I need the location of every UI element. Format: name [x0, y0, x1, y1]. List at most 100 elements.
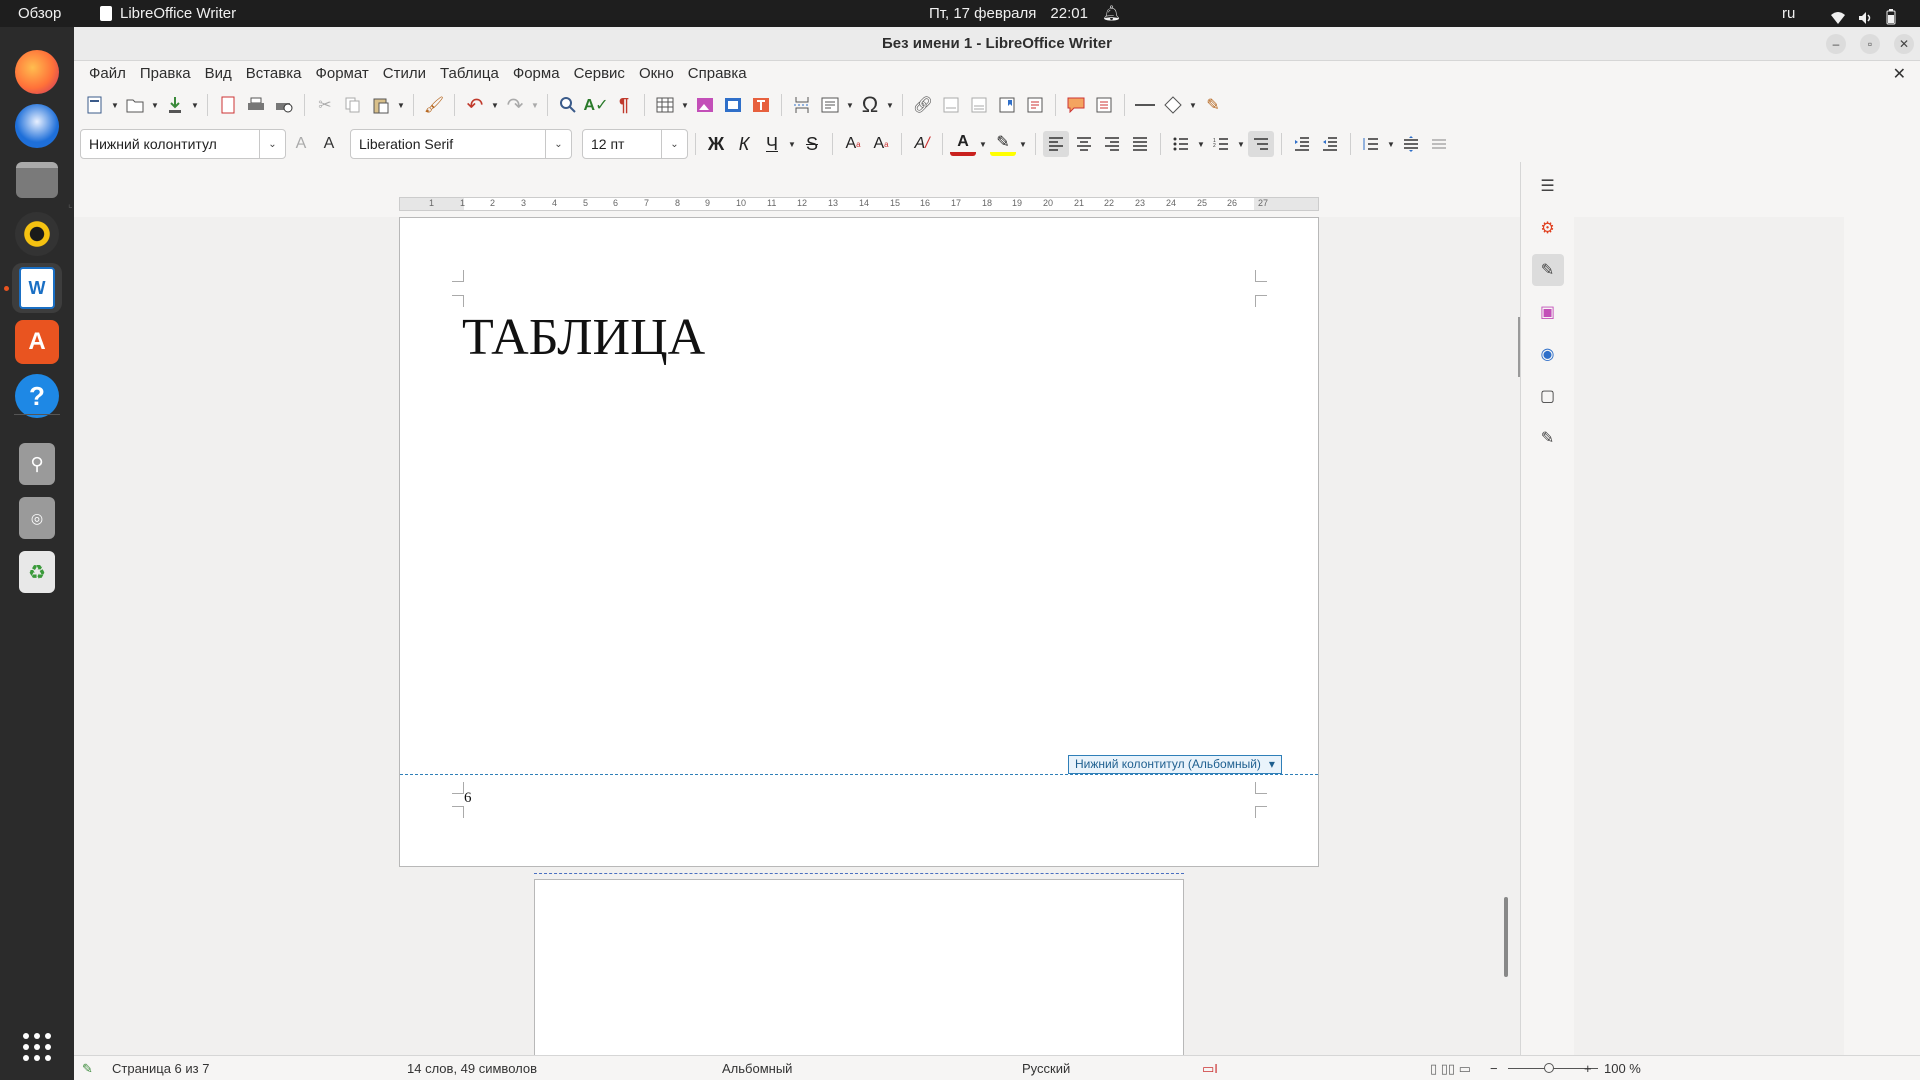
print-preview-button[interactable] [271, 92, 297, 118]
chevron-down-icon[interactable]: ⌄ [259, 130, 285, 158]
menu-view[interactable]: Вид [198, 65, 239, 82]
chevron-down-icon[interactable]: ▾ [1269, 756, 1275, 773]
italic-button[interactable]: К [731, 131, 757, 157]
footer-tag[interactable]: Нижний колонтитул (Альбомный) ▾ [1068, 755, 1282, 774]
dock-files[interactable] [12, 155, 62, 205]
insert-field-button[interactable] [817, 92, 843, 118]
export-pdf-button[interactable] [215, 92, 241, 118]
document-heading[interactable]: ТАБЛИЦА [462, 308, 705, 367]
undo-dropdown-icon[interactable]: ▼ [490, 101, 500, 110]
track-changes-button[interactable] [1091, 92, 1117, 118]
draw-functions-icon[interactable]: ✎ [1200, 92, 1226, 118]
highlight-button[interactable]: ✎ [990, 132, 1016, 156]
save-button[interactable] [162, 92, 188, 118]
menu-edit[interactable]: Правка [133, 65, 198, 82]
special-character-button[interactable]: Ω [857, 92, 883, 118]
highlight-dropdown-icon[interactable]: ▼ [1018, 140, 1028, 149]
signature-status-icon[interactable]: ✎ [82, 1056, 93, 1080]
underline-button[interactable]: Ч [759, 131, 785, 157]
formatting-marks-button[interactable]: ¶ [611, 92, 637, 118]
save-dropdown-icon[interactable]: ▼ [190, 101, 200, 110]
insert-image-button[interactable] [692, 92, 718, 118]
paste-dropdown-icon[interactable]: ▼ [396, 101, 406, 110]
footnote-button[interactable] [938, 92, 964, 118]
find-replace-button[interactable] [555, 92, 581, 118]
insert-textbox-button[interactable] [748, 92, 774, 118]
page-icon[interactable]: ▢ [1532, 380, 1564, 412]
clock[interactable]: Пт, 17 февраля 22:01 🔔︎ [900, 0, 1150, 27]
menu-insert[interactable]: Вставка [239, 65, 309, 82]
zoom-out-icon[interactable]: − [1490, 1056, 1498, 1080]
basic-shapes-button[interactable] [1160, 92, 1186, 118]
dock-thunderbird[interactable] [12, 101, 62, 151]
minimize-button[interactable]: – [1826, 34, 1846, 54]
bullet-list-button[interactable] [1168, 131, 1194, 157]
redo-dropdown-icon[interactable]: ▼ [530, 101, 540, 110]
insert-chart-button[interactable] [720, 92, 746, 118]
special-char-dropdown-icon[interactable]: ▼ [885, 101, 895, 110]
align-center-button[interactable] [1071, 131, 1097, 157]
line-spacing-button[interactable] [1358, 131, 1384, 157]
align-right-button[interactable] [1099, 131, 1125, 157]
spelling-button[interactable]: A✓ [583, 92, 609, 118]
subscript-button[interactable]: Aa [868, 131, 894, 157]
insert-comment-button[interactable] [1063, 92, 1089, 118]
text-language[interactable]: Русский [1022, 1056, 1070, 1080]
close-button[interactable]: ✕ [1894, 34, 1914, 54]
system-tray[interactable] [1830, 0, 1900, 27]
copy-button[interactable] [340, 92, 366, 118]
chevron-down-icon[interactable]: ⌄ [545, 130, 571, 158]
justify-button[interactable] [1127, 131, 1153, 157]
shapes-dropdown-icon[interactable]: ▼ [1188, 101, 1198, 110]
undo-button[interactable]: ↶ [462, 92, 488, 118]
dock-rhythmbox[interactable] [12, 209, 62, 259]
page-style[interactable]: Альбомный [722, 1056, 792, 1080]
outline-list-button[interactable] [1248, 131, 1274, 157]
font-name-combo[interactable]: Liberation Serif ⌄ [350, 129, 572, 159]
field-dropdown-icon[interactable]: ▼ [845, 101, 855, 110]
cut-button[interactable]: ✂ [312, 92, 338, 118]
view-layout-icons[interactable]: ▯ ▯▯ ▭ [1430, 1056, 1471, 1080]
tab-stop-selector[interactable]: ⌞ [68, 199, 73, 210]
style-inspector-icon[interactable]: ✎ [1532, 422, 1564, 454]
word-count[interactable]: 14 слов, 49 символов [407, 1056, 537, 1080]
increase-indent-button[interactable] [1289, 131, 1315, 157]
menu-window[interactable]: Окно [632, 65, 681, 82]
new-style-button[interactable]: A [316, 131, 342, 157]
sidebar-menu-icon[interactable]: ☰ [1532, 170, 1564, 202]
open-button[interactable] [122, 92, 148, 118]
insert-table-button[interactable] [652, 92, 678, 118]
menu-format[interactable]: Формат [308, 65, 375, 82]
font-color-button[interactable]: A [950, 132, 976, 156]
chevron-down-icon[interactable]: ⌄ [661, 130, 687, 158]
menu-form[interactable]: Форма [506, 65, 567, 82]
maximize-button[interactable]: ▫ [1860, 34, 1880, 54]
superscript-button[interactable]: Aa [840, 131, 866, 157]
dock-show-apps[interactable] [12, 1022, 62, 1072]
keyboard-layout[interactable]: ru [1782, 0, 1795, 27]
zoom-level[interactable]: 100 % [1604, 1056, 1641, 1080]
underline-dropdown-icon[interactable]: ▼ [787, 140, 797, 149]
properties-icon[interactable]: ⚙ [1532, 212, 1564, 244]
styles-icon[interactable]: ✎ [1531, 254, 1564, 286]
strikethrough-button[interactable]: S [799, 131, 825, 157]
table-dropdown-icon[interactable]: ▼ [680, 101, 690, 110]
gallery-icon[interactable]: ▣ [1532, 296, 1564, 328]
cross-reference-button[interactable] [1022, 92, 1048, 118]
increase-paragraph-spacing-button[interactable] [1398, 131, 1424, 157]
numbered-list-button[interactable]: 12 [1208, 131, 1234, 157]
dock-app-center[interactable]: A [12, 317, 62, 367]
activities-button[interactable]: Обзор [18, 0, 61, 27]
update-style-button[interactable]: A [288, 131, 314, 157]
title-bar[interactable]: Без имени 1 - LibreOffice Writer – ▫ ✕ [74, 27, 1920, 61]
menu-file[interactable]: Файл [82, 65, 133, 82]
redo-button[interactable]: ↷ [502, 92, 528, 118]
line-spacing-dropdown-icon[interactable]: ▼ [1386, 140, 1396, 149]
bullet-list-dropdown-icon[interactable]: ▼ [1196, 140, 1206, 149]
navigator-icon[interactable]: ◉ [1532, 338, 1564, 370]
align-left-button[interactable] [1043, 131, 1069, 157]
new-document-button[interactable] [82, 92, 108, 118]
endnote-button[interactable] [966, 92, 992, 118]
menu-tools[interactable]: Сервис [567, 65, 632, 82]
paste-button[interactable] [368, 92, 394, 118]
